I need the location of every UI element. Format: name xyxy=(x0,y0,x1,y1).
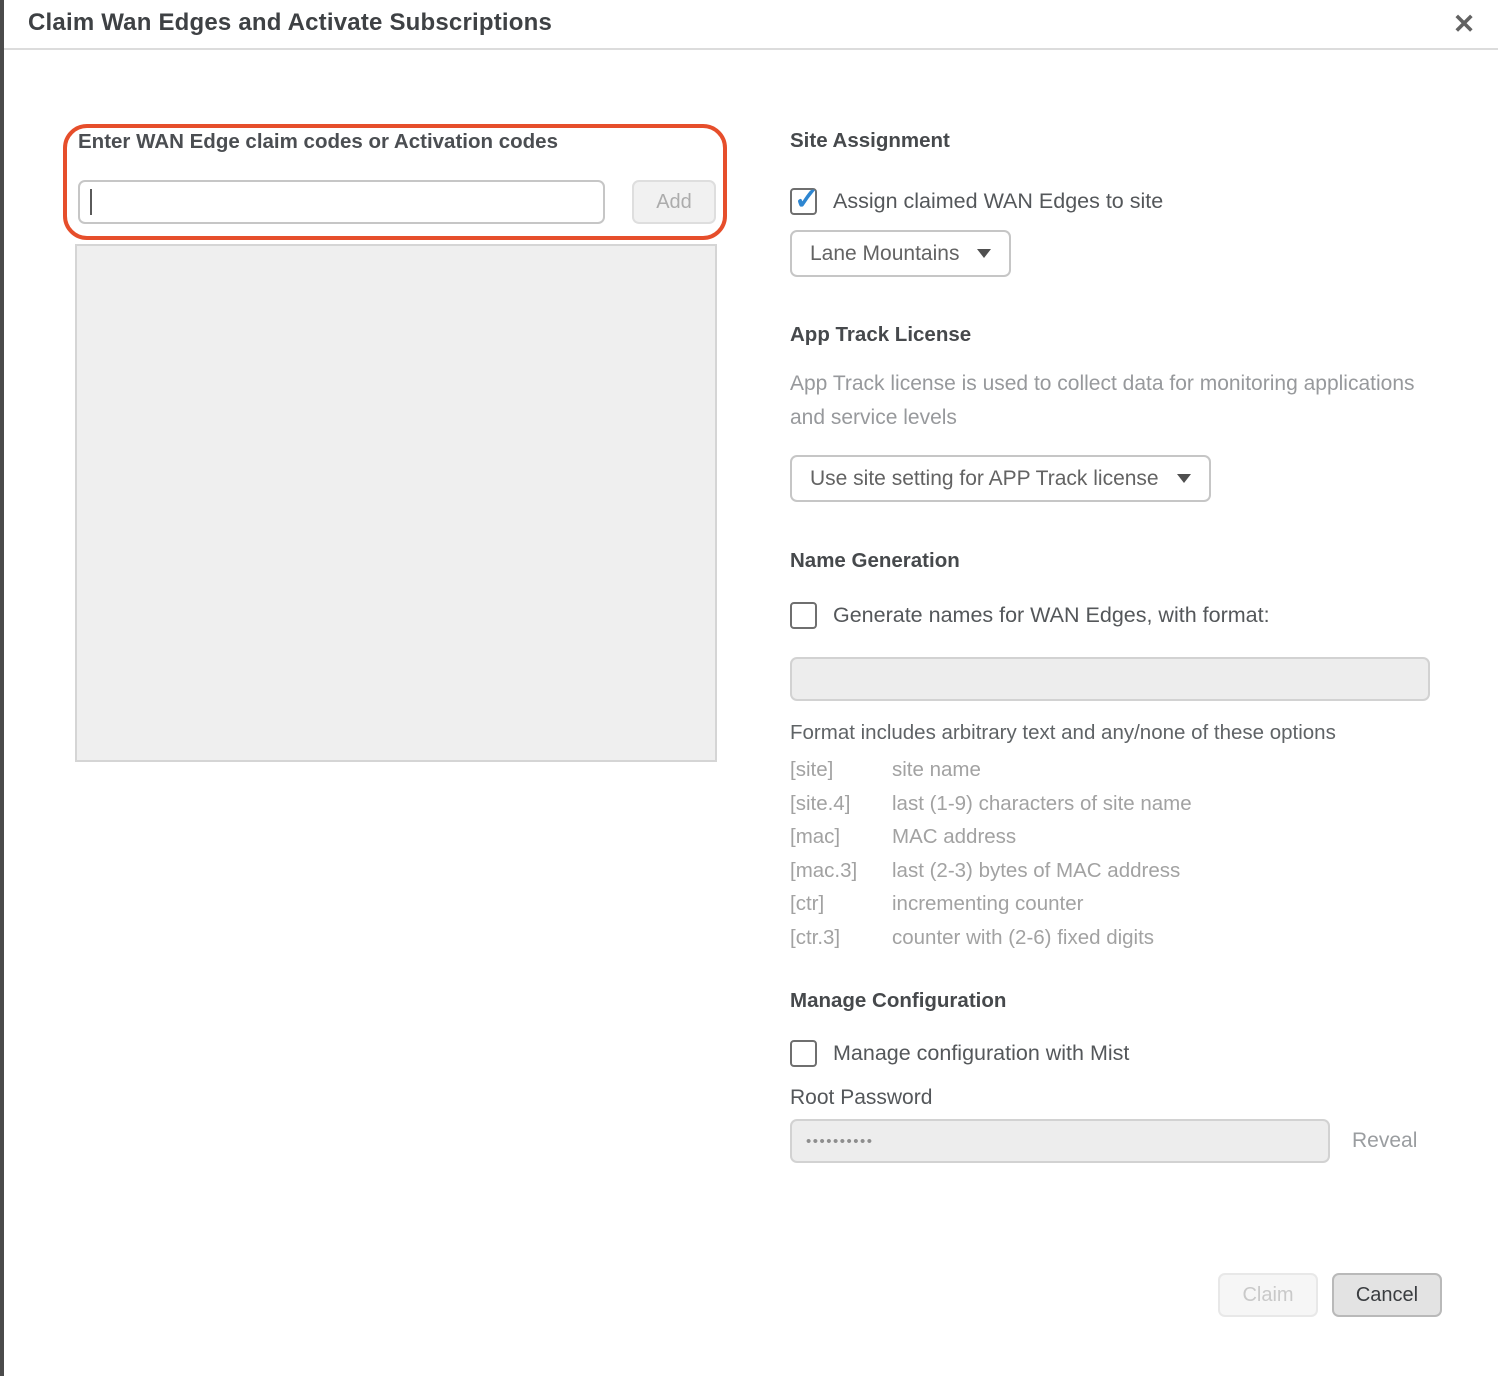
claim-code-input[interactable] xyxy=(78,180,605,224)
app-track-description: App Track license is used to collect dat… xyxy=(790,367,1420,435)
option-desc: incrementing counter xyxy=(892,887,1083,921)
list-item: [ctr.3] counter with (2-6) fixed digits xyxy=(790,921,1434,955)
root-password-row: Reveal xyxy=(790,1119,1434,1163)
option-tag: [site.4] xyxy=(790,787,892,821)
option-desc: last (2-3) bytes of MAC address xyxy=(892,854,1180,888)
generate-names-checkbox[interactable] xyxy=(790,602,817,629)
manage-configuration-heading: Manage Configuration xyxy=(790,988,1434,1013)
assign-site-checkbox-label: Assign claimed WAN Edges to site xyxy=(833,189,1163,214)
root-password-input[interactable] xyxy=(790,1119,1330,1163)
format-help-text: Format includes arbitrary text and any/n… xyxy=(790,717,1410,749)
list-item: [ctr] incrementing counter xyxy=(790,887,1434,921)
assign-site-checkbox-row: ✓ Assign claimed WAN Edges to site xyxy=(790,187,1434,215)
dialog-title: Claim Wan Edges and Activate Subscriptio… xyxy=(28,9,552,37)
site-select-value: Lane Mountains xyxy=(810,242,959,266)
checkmark-icon: ✓ xyxy=(794,182,819,217)
dialog-header: Claim Wan Edges and Activate Subscriptio… xyxy=(4,0,1498,50)
text-cursor xyxy=(90,189,92,215)
options-panel: Site Assignment ✓ Assign claimed WAN Edg… xyxy=(790,120,1434,1163)
manage-config-checkbox-label: Manage configuration with Mist xyxy=(833,1041,1129,1066)
option-tag: [site] xyxy=(790,753,892,787)
add-button[interactable]: Add xyxy=(632,180,716,224)
claim-button[interactable]: Claim xyxy=(1218,1273,1318,1317)
chevron-down-icon xyxy=(977,249,991,258)
claim-codes-list-area xyxy=(75,244,717,762)
site-assignment-heading: Site Assignment xyxy=(790,128,1434,153)
chevron-down-icon xyxy=(1177,474,1191,483)
claim-codes-label: Enter WAN Edge claim codes or Activation… xyxy=(78,130,558,154)
option-tag: [mac.3] xyxy=(790,854,892,888)
generate-names-checkbox-row: Generate names for WAN Edges, with forma… xyxy=(790,601,1434,629)
close-icon[interactable]: ✕ xyxy=(1446,6,1482,42)
site-select[interactable]: Lane Mountains xyxy=(790,230,1011,277)
page-edge-strip xyxy=(0,0,4,1376)
reveal-password-link[interactable]: Reveal xyxy=(1352,1129,1417,1153)
list-item: [mac.3] last (2-3) bytes of MAC address xyxy=(790,854,1434,888)
name-format-input[interactable] xyxy=(790,657,1430,701)
option-desc: last (1-9) characters of site name xyxy=(892,787,1192,821)
option-desc: MAC address xyxy=(892,820,1016,854)
option-desc: counter with (2-6) fixed digits xyxy=(892,921,1154,955)
option-tag: [mac] xyxy=(790,820,892,854)
list-item: [site.4] last (1-9) characters of site n… xyxy=(790,787,1434,821)
manage-config-checkbox-row: Manage configuration with Mist xyxy=(790,1039,1434,1067)
option-tag: [ctr.3] xyxy=(790,921,892,955)
name-generation-heading: Name Generation xyxy=(790,548,1434,573)
list-item: [mac] MAC address xyxy=(790,820,1434,854)
app-track-heading: App Track License xyxy=(790,322,1434,347)
assign-site-checkbox[interactable]: ✓ xyxy=(790,188,817,215)
root-password-label: Root Password xyxy=(790,1085,1434,1111)
app-track-select-value: Use site setting for APP Track license xyxy=(810,467,1159,491)
option-desc: site name xyxy=(892,753,981,787)
list-item: [site] site name xyxy=(790,753,1434,787)
manage-config-checkbox[interactable] xyxy=(790,1040,817,1067)
generate-names-checkbox-label: Generate names for WAN Edges, with forma… xyxy=(833,603,1270,628)
format-options-list: [site] site name [site.4] last (1-9) cha… xyxy=(790,753,1434,954)
cancel-button[interactable]: Cancel xyxy=(1332,1273,1442,1317)
app-track-select[interactable]: Use site setting for APP Track license xyxy=(790,455,1211,502)
option-tag: [ctr] xyxy=(790,887,892,921)
